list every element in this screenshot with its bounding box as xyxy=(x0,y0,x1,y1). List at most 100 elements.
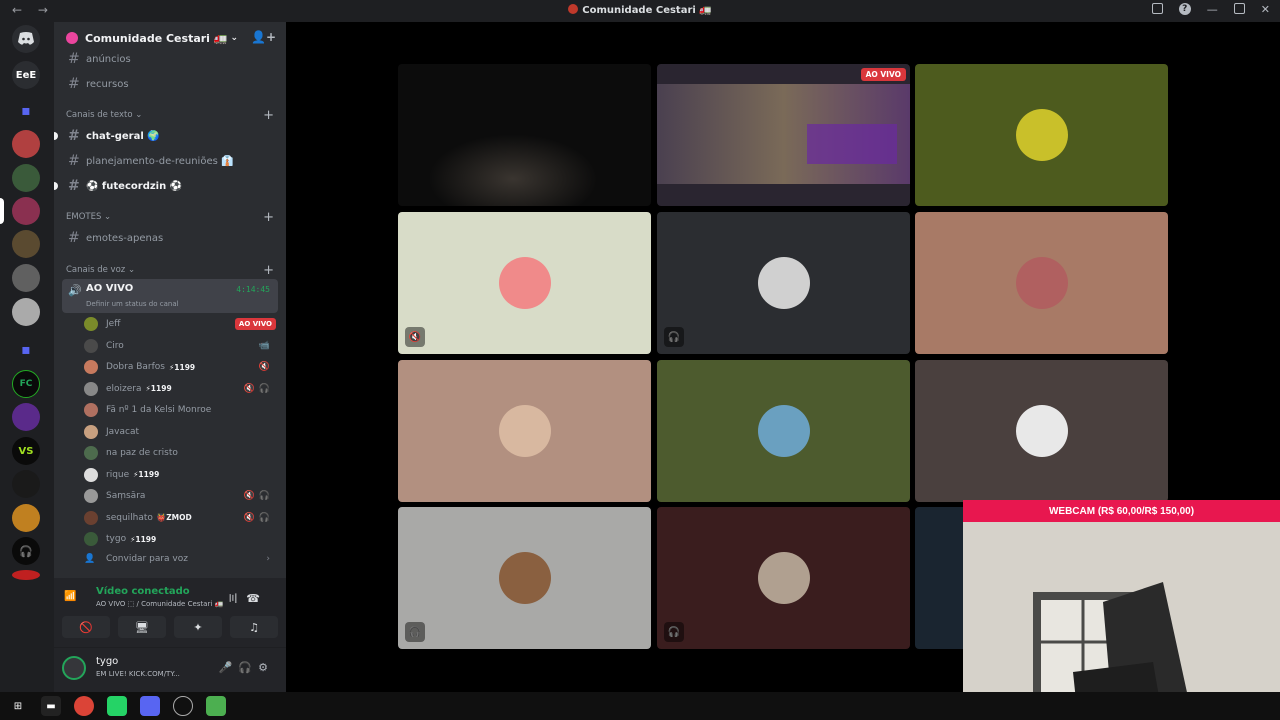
user-status: EM LIVE! KICK.COM/TY... xyxy=(96,670,180,678)
video-tile[interactable] xyxy=(915,212,1168,354)
activities-button[interactable]: ✦ xyxy=(174,616,222,638)
help-icon[interactable]: ? xyxy=(1178,3,1191,15)
obs-icon[interactable] xyxy=(173,696,193,716)
video-tile[interactable] xyxy=(398,64,651,206)
avatar xyxy=(1015,257,1068,309)
category-emotes[interactable]: EMOTES ⌄ + xyxy=(66,210,274,225)
video-tile[interactable]: 🔇 xyxy=(398,212,651,354)
signal-icon: 📶 xyxy=(64,591,77,602)
voice-user[interactable]: Saṃsāra 🔇🎧 xyxy=(84,486,278,506)
gear-icon[interactable]: ⚙ xyxy=(258,661,274,674)
soundboard-button[interactable]: ♫ xyxy=(230,616,278,638)
app-icon[interactable] xyxy=(206,696,226,716)
microphone-icon[interactable]: 🎤 xyxy=(219,661,239,674)
video-tile[interactable] xyxy=(398,360,651,502)
voice-user[interactable]: na paz de cristo xyxy=(84,443,278,463)
voice-channel-ao-vivo[interactable]: 🔊 AO VIVO 4:14:45 Definir um status do c… xyxy=(62,279,278,313)
screen-share-icon: 🖥 xyxy=(135,620,149,634)
whatsapp-icon[interactable] xyxy=(107,696,127,716)
discord-taskbar-icon[interactable] xyxy=(140,696,160,716)
folder-icon-2[interactable]: ▪ xyxy=(12,336,40,364)
noise-suppression-icon[interactable]: 〣 xyxy=(227,592,246,605)
voice-connected-title[interactable]: Vídeo conectado xyxy=(96,586,190,597)
voice-user[interactable]: eloizera ⚡1199 🔇🎧 xyxy=(84,379,278,399)
add-channel-icon[interactable]: + xyxy=(263,210,274,225)
avatar xyxy=(84,403,98,417)
windows-start-icon[interactable]: ⊞ xyxy=(8,696,28,716)
server-icon-9[interactable] xyxy=(12,504,40,532)
voice-user[interactable]: Fã nº 1 da Kelsi Monroe xyxy=(84,400,278,420)
invite-to-voice[interactable]: 👤 Convidar para voz › xyxy=(84,549,278,569)
category-voice[interactable]: Canais de voz ⌄ + xyxy=(66,263,274,278)
voice-user[interactable]: Ciro 📹 xyxy=(84,336,278,356)
voice-user[interactable]: rique ⚡1199 xyxy=(84,465,278,485)
video-tile[interactable]: AO VIVO xyxy=(657,64,910,206)
folder-icon[interactable]: ▪ xyxy=(12,97,40,125)
add-channel-icon[interactable]: + xyxy=(263,108,274,123)
maximize-icon[interactable] xyxy=(1233,3,1245,14)
webcam-overlay: WEBCAM (R$ 60,00/R$ 150,00) xyxy=(963,500,1280,720)
server-icon-5[interactable] xyxy=(12,264,40,292)
camera-off-button[interactable]: 🚫 xyxy=(62,616,110,638)
voice-connected-subtitle[interactable]: AO VIVO ⬚ / Comunidade Cestari 🚛 xyxy=(96,600,223,608)
server-icon-8[interactable] xyxy=(12,470,40,498)
video-tile[interactable]: 🎧 xyxy=(657,507,910,649)
channel-label: ⚽ futecordzin ⚽ xyxy=(86,180,183,192)
server-icon-4[interactable] xyxy=(12,230,40,258)
terminal-icon[interactable]: ▬ xyxy=(41,696,61,716)
server-icon-10[interactable] xyxy=(12,570,40,580)
category-label: EMOTES xyxy=(66,212,102,222)
inbox-icon[interactable] xyxy=(1151,3,1163,14)
minimize-icon[interactable]: — xyxy=(1207,3,1218,16)
user-name[interactable]: tygo xyxy=(96,656,118,667)
voice-user[interactable]: Jeff AO VIVO xyxy=(84,314,278,334)
server-icon-1[interactable] xyxy=(12,130,40,158)
headphones-server-icon[interactable]: 🎧 xyxy=(12,537,40,565)
server-icon-fc[interactable]: FC xyxy=(12,370,40,398)
server-eee[interactable]: EeE xyxy=(12,61,40,89)
close-icon[interactable]: ✕ xyxy=(1261,3,1270,16)
video-tile[interactable]: 🎧 xyxy=(398,507,651,649)
voice-user[interactable]: tygo ⚡1199 xyxy=(84,529,278,549)
add-channel-icon[interactable]: + xyxy=(263,263,274,278)
title-bar: ← → Comunidade Cestari 🚛 ? — ✕ xyxy=(0,0,1280,22)
channel-futecordzin[interactable]: # ⚽ futecordzin ⚽ xyxy=(54,175,278,197)
channel-recursos[interactable]: # recursos xyxy=(62,73,278,95)
server-icon-2[interactable] xyxy=(12,164,40,192)
voice-user[interactable]: Javacat xyxy=(84,422,278,442)
channel-planejamento[interactable]: # planejamento-de-reuniões 👔 xyxy=(62,150,278,172)
category-text[interactable]: Canais de texto ⌄ + xyxy=(66,108,274,123)
avatar xyxy=(1015,405,1068,457)
voice-user[interactable]: sequilhato 👹ZMOD 🔇🎧 xyxy=(84,508,278,528)
chrome-icon[interactable] xyxy=(74,696,94,716)
muted-icon: 🎧 xyxy=(405,622,425,642)
channel-label: planejamento-de-reuniões 👔 xyxy=(86,155,234,167)
disconnect-icon[interactable]: ☎ xyxy=(246,592,268,605)
video-tile[interactable] xyxy=(657,360,910,502)
invite-people-icon[interactable]: 👤+ xyxy=(251,30,276,44)
server-icon-6[interactable] xyxy=(12,298,40,326)
avatar xyxy=(1015,109,1068,161)
voice-user[interactable]: Dobra Barfos ⚡1199 🔇 xyxy=(84,357,278,377)
voice-user-name: Saṃsāra xyxy=(106,491,146,501)
server-icon-3[interactable] xyxy=(12,197,40,225)
channel-emotes-apenas[interactable]: # emotes-apenas xyxy=(62,227,278,249)
server-icon-vs[interactable]: VS xyxy=(12,437,40,465)
voice-timer: 4:14:45 xyxy=(236,285,270,294)
user-tag: 👹ZMOD xyxy=(156,513,192,522)
avatar xyxy=(84,532,98,546)
channel-status-prompt[interactable]: Definir um status do canal xyxy=(86,300,179,308)
headphones-icon[interactable]: 🎧 xyxy=(238,661,258,674)
video-tile[interactable]: 🎧 xyxy=(657,212,910,354)
screen-share-button[interactable]: 🖥 xyxy=(118,616,166,638)
video-tile[interactable] xyxy=(915,64,1168,206)
webcam-feed xyxy=(963,522,1280,720)
channel-sidebar: Comunidade Cestari 🚛 ⌄ 👤+ # anúncios # rec… xyxy=(54,22,286,692)
discord-home-icon[interactable] xyxy=(12,25,40,53)
channel-chat-geral[interactable]: # chat-geral 🌍 xyxy=(54,125,278,147)
avatar xyxy=(84,338,98,353)
video-tile[interactable] xyxy=(915,360,1168,502)
server-icon-7[interactable] xyxy=(12,403,40,431)
avatar[interactable] xyxy=(62,656,86,680)
channel-anuncios[interactable]: # anúncios xyxy=(62,48,278,70)
